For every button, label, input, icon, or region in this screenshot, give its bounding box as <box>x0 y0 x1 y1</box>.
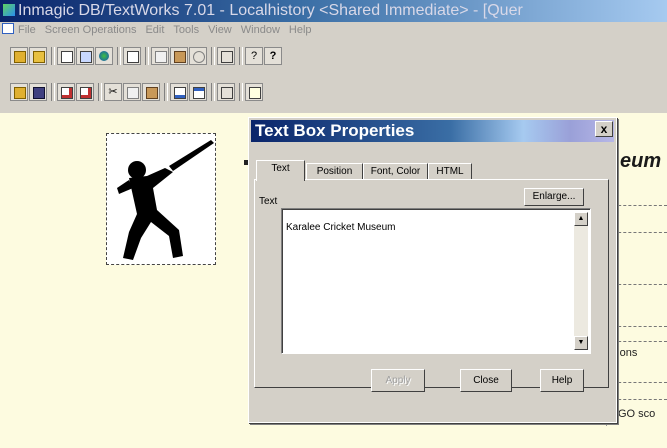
apply-button[interactable]: Apply <box>371 369 425 392</box>
help-button[interactable]: Help <box>540 369 584 392</box>
menu-window[interactable]: Window <box>241 24 280 36</box>
screen-icon[interactable] <box>57 47 75 65</box>
scroll-up-icon[interactable]: ▲ <box>574 212 588 226</box>
app-icon[interactable] <box>3 4 15 16</box>
new-box-icon[interactable] <box>57 83 75 101</box>
image-box[interactable] <box>106 133 216 265</box>
query-by-example-icon[interactable] <box>217 47 235 65</box>
globe-icon[interactable] <box>95 47 113 65</box>
menu-file[interactable]: File <box>18 24 36 36</box>
tab-html[interactable]: HTML <box>428 163 472 180</box>
menu-view[interactable]: View <box>208 24 232 36</box>
open-folder-icon[interactable] <box>10 83 28 101</box>
app-title: Inmagic DB/TextWorks 7.01 - Localhistory… <box>18 2 523 19</box>
help-icon[interactable]: ? <box>245 47 263 65</box>
image-icon[interactable] <box>245 83 263 101</box>
app-title-bar[interactable]: Inmagic DB/TextWorks 7.01 - Localhistory… <box>0 0 667 22</box>
heading-text-fragment[interactable]: eum <box>620 150 661 173</box>
copy-icon[interactable] <box>123 83 141 101</box>
tab-position[interactable]: Position <box>306 163 363 180</box>
cut-icon[interactable]: ✂ <box>104 83 122 101</box>
toolbar-design: ✂ <box>0 80 667 106</box>
close-button[interactable]: Close <box>460 369 512 392</box>
save-icon[interactable] <box>29 83 47 101</box>
dialog-title-bar[interactable]: Text Box Properties <box>251 120 614 142</box>
enlarge-button[interactable]: Enlarge... <box>524 188 584 206</box>
new-field-icon[interactable] <box>76 83 94 101</box>
menu-edit[interactable]: Edit <box>145 24 164 36</box>
copy-icon[interactable] <box>151 47 169 65</box>
text-box-properties-dialog: Text Box Properties x Text Position Font… <box>248 117 617 423</box>
query-icon[interactable] <box>76 47 94 65</box>
scroll-down-icon[interactable]: ▼ <box>574 336 588 350</box>
paste-icon[interactable] <box>142 83 160 101</box>
open-folder-icon[interactable] <box>10 47 28 65</box>
text-value: Karalee Cricket Museum <box>286 222 396 233</box>
clipboard-icon[interactable] <box>170 47 188 65</box>
context-help-icon[interactable]: ? <box>264 47 282 65</box>
layout-icon[interactable] <box>217 83 235 101</box>
open-form-icon[interactable] <box>29 47 47 65</box>
menu-bar: File Screen Operations Edit Tools View Window… <box>0 22 667 38</box>
dialog-title: Text Box Properties <box>255 121 415 140</box>
text-scrollbar[interactable]: ▲ ▼ <box>574 212 588 350</box>
close-icon[interactable]: x <box>595 121 613 137</box>
menu-screen-operations[interactable]: Screen Operations <box>45 24 137 36</box>
tab-text[interactable]: Text <box>256 160 305 181</box>
text-input[interactable]: Karalee Cricket Museum ▲ ▼ <box>281 208 591 354</box>
go-text-fragment[interactable]: GO sco <box>618 408 655 420</box>
undo-icon[interactable] <box>189 47 207 65</box>
window-icon[interactable] <box>189 83 207 101</box>
toolbar-main: ? ? <box>0 44 667 70</box>
menu-tools[interactable]: Tools <box>173 24 199 36</box>
properties-icon[interactable] <box>170 83 188 101</box>
menu-help[interactable]: Help <box>289 24 312 36</box>
tab-font-color[interactable]: Font, Color <box>363 163 428 180</box>
document-icon[interactable] <box>2 23 14 34</box>
text-label: Text <box>259 196 278 207</box>
document-icon[interactable] <box>123 47 141 65</box>
cricket-batsman-image <box>107 140 215 264</box>
